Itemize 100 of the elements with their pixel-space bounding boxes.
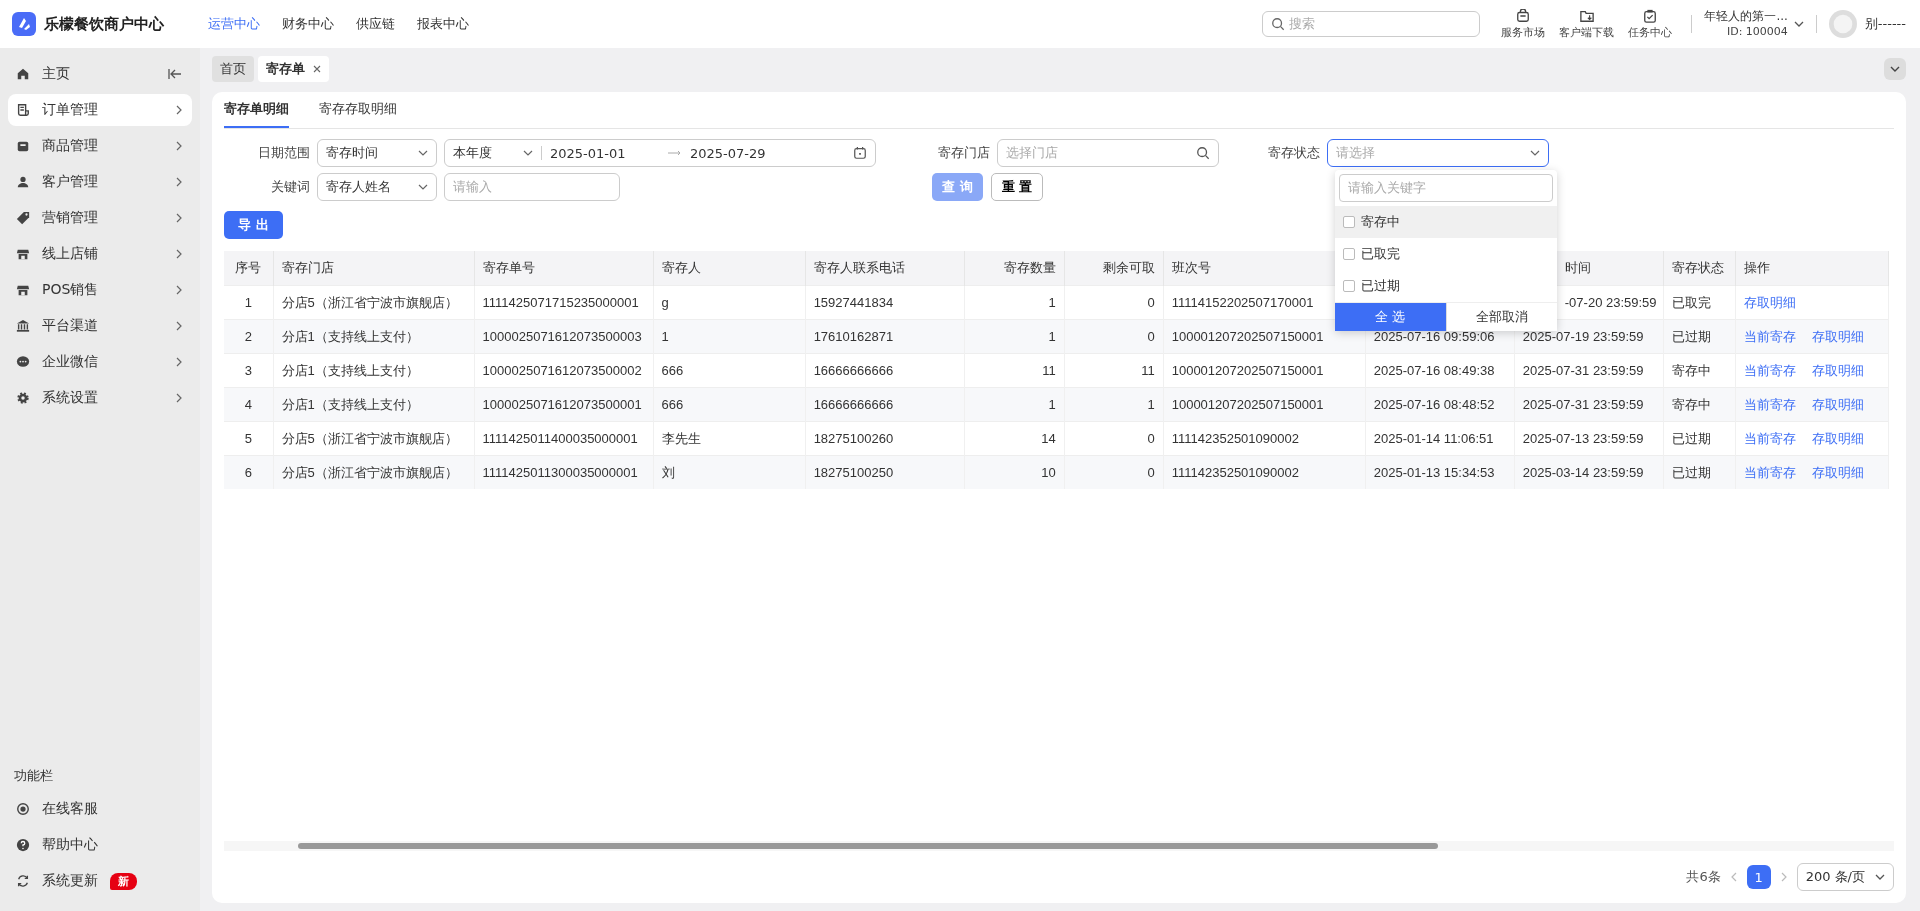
nav-tab[interactable]: 运营中心 [208,15,260,33]
date-range-picker[interactable]: 本年度 2025-01-01 2025-07-29 [444,139,876,167]
collapse-icon[interactable] [168,68,182,80]
dropdown-option[interactable]: 寄存中 [1335,206,1557,238]
checkbox[interactable] [1343,216,1355,228]
chevron-right-icon [176,321,182,331]
sub-tab[interactable]: 寄存存取明细 [319,92,397,128]
column-header: 剩余可取 [1102,260,1155,275]
table-cell: 4 [244,397,252,412]
action-link[interactable]: 存取明细 [1811,396,1864,412]
nav-tab[interactable]: 报表中心 [417,15,469,33]
table-cell: 1 [1147,397,1155,412]
chat-bubble-icon [16,355,30,369]
table-cell: 2025-01-13 15:34:53 [1373,465,1495,480]
nav-tab[interactable]: 供应链 [356,15,395,33]
app-title: 乐檬餐饮商户中心 [44,14,164,34]
folder-download-icon [1579,8,1594,23]
column-header: 寄存人联系电话 [813,260,905,275]
horizontal-scrollbar[interactable] [224,841,1894,851]
sidebar-item[interactable]: 订单管理 [8,94,192,126]
nav-tab[interactable]: 财务中心 [282,15,334,33]
action-link[interactable]: 当前寄存 [1743,464,1796,480]
table-cell: 2 [244,329,252,344]
account-switcher[interactable]: 年轻人的第一... ID: 100004 [1704,8,1804,40]
action-link[interactable]: 存取明细 [1811,430,1864,446]
column-header: 寄存门店 [281,260,334,275]
action-link[interactable]: 存取明细 [1811,328,1864,344]
sidebar-item[interactable]: 系统设置 [8,382,192,414]
table-cell: 1000025071612073500003 [482,329,642,344]
table-cell: 2025-07-31 23:59:59 [1522,397,1644,412]
action-link[interactable]: 存取明细 [1811,464,1864,480]
column-header: 寄存人 [661,260,701,275]
table-cell: 15927441834 [813,295,894,310]
toolbar-button[interactable]: 任务中心 [1628,8,1673,40]
table-cell: 1 [244,295,252,310]
table-cell: 2025-07-31 23:59:59 [1522,363,1644,378]
chevron-down-icon [1875,874,1885,880]
table-cell: 0 [1147,329,1155,344]
sidebar-item[interactable]: POS销售 [8,274,192,306]
sidebar-item[interactable]: 在线客服 [8,793,192,825]
sidebar-item[interactable]: 商品管理 [8,130,192,162]
export-button[interactable]: 导 出 [224,211,283,239]
sidebar-item[interactable]: 系统更新 新 [8,865,192,897]
checkbox[interactable] [1343,248,1355,260]
storefront-icon [16,283,30,297]
table-cell: 分店5（浙江省宁波市旗舰店） [281,464,458,480]
chevron-down-icon [1530,150,1540,156]
page-size-select[interactable]: 200 条/页 [1796,863,1894,891]
sidebar-item[interactable]: 平台渠道 [8,310,192,342]
chevron-left-icon[interactable] [1730,872,1737,882]
sidebar-item[interactable]: 帮助中心 [8,829,192,861]
select-all-button[interactable]: 全 选 [1335,303,1446,331]
toolbar-button[interactable]: 客户端下载 [1559,8,1615,40]
keyword-type-select[interactable]: 寄存人姓名 [317,173,437,201]
page-tab[interactable]: 寄存单 [258,56,329,82]
close-icon[interactable] [313,65,321,73]
page-tab[interactable]: 首页 [212,56,254,82]
table-cell: 18275100260 [813,431,894,446]
sidebar-item[interactable]: 客户管理 [8,166,192,198]
action-link[interactable]: 当前寄存 [1743,328,1796,344]
reset-button[interactable]: 重 置 [990,173,1044,201]
table-cell: 10 [1041,465,1056,480]
arrow-right-icon [668,150,682,156]
table-cell: 1000025071612073500001 [482,397,642,412]
table-cell: 1000025071612073500002 [482,363,642,378]
chevron-right-icon [176,177,182,187]
table-cell: 6 [244,465,252,480]
table-cell: 0 [1147,465,1155,480]
checkbox[interactable] [1343,280,1355,292]
user-menu[interactable]: 别------ [1828,10,1906,38]
action-link[interactable]: 当前寄存 [1743,430,1796,446]
dropdown-option[interactable]: 已过期 [1335,270,1557,302]
dropdown-option[interactable]: 已取完 [1335,238,1557,270]
action-link[interactable]: 存取明细 [1743,294,1796,310]
action-link[interactable]: 存取明细 [1811,362,1864,378]
sidebar-item[interactable]: 营销管理 [8,202,192,234]
chevron-right-icon [176,357,182,367]
section-title: 功能栏 [13,767,54,785]
page-button[interactable]: 1 [1746,865,1771,889]
action-link[interactable]: 当前寄存 [1743,362,1796,378]
table-cell: 666 [661,363,684,378]
tabs-menu-button[interactable] [1884,58,1906,80]
chevron-right-icon [176,249,182,259]
bank-icon [16,319,30,333]
chevron-right-icon[interactable] [1780,872,1787,882]
sub-tab[interactable]: 寄存单明细 [224,92,289,128]
field-label: 日期范围 [257,144,310,162]
table-cell: 2025-03-14 23:59:59 [1522,465,1644,480]
column-header: 操作 [1743,260,1770,275]
sidebar-item[interactable]: 主页 [8,58,192,90]
sidebar-item[interactable]: 企业微信 [8,346,192,378]
toolbar-button[interactable]: 服务市场 [1501,8,1546,40]
clear-all-button[interactable]: 全部取消 [1445,303,1557,331]
clipboard-icon [1643,8,1658,23]
action-link[interactable]: 当前寄存 [1743,396,1796,412]
sidebar-item[interactable]: 线上店铺 [8,238,192,270]
table-cell: 刘 [661,464,675,480]
date-type-select[interactable]: 寄存时间 [317,139,437,167]
logo-icon [12,12,36,36]
table-cell: 2025-07-16 08:48:52 [1373,397,1495,412]
